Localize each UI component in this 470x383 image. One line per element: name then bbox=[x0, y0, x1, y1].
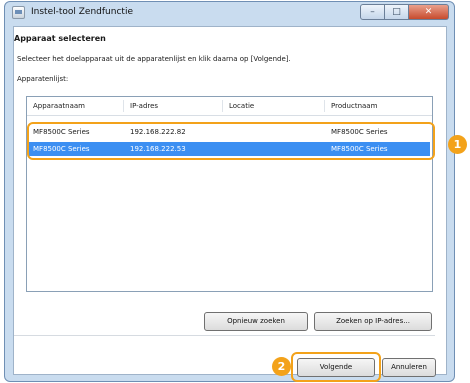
search-again-button[interactable]: Opnieuw zoeken bbox=[204, 312, 308, 331]
callout-badge-2: 2 bbox=[272, 357, 291, 376]
column-header-product-name[interactable]: Productnaam bbox=[331, 102, 377, 110]
minimize-icon[interactable]: – bbox=[360, 4, 385, 20]
device-list-label: Apparatenlijst: bbox=[17, 75, 69, 83]
window-controls: – □ ✕ bbox=[360, 4, 449, 20]
maximize-icon[interactable]: □ bbox=[385, 4, 409, 20]
column-header-ip-address[interactable]: IP-adres bbox=[130, 102, 158, 110]
footer-divider bbox=[14, 335, 435, 336]
instruction-text: Selecteer het doelapparaat uit de appara… bbox=[17, 55, 291, 63]
app-icon bbox=[12, 6, 25, 19]
callout-badge-1: 1 bbox=[448, 135, 467, 154]
page-title: Apparaat selecteren bbox=[14, 34, 106, 43]
search-by-ip-button[interactable]: Zoeken op IP-adres... bbox=[314, 312, 432, 331]
column-divider bbox=[324, 100, 325, 112]
column-header-location[interactable]: Locatie bbox=[229, 102, 254, 110]
next-button[interactable]: Volgende bbox=[297, 358, 375, 377]
title-bar[interactable]: Instel-tool Zendfunctie – □ ✕ bbox=[5, 2, 454, 24]
device-list-header: Apparaatnaam IP-adres Locatie Productnaa… bbox=[27, 97, 432, 116]
cancel-button[interactable]: Annuleren bbox=[382, 358, 436, 377]
column-divider bbox=[222, 100, 223, 112]
window-title: Instel-tool Zendfunctie bbox=[31, 7, 133, 17]
column-divider bbox=[123, 100, 124, 112]
close-icon[interactable]: ✕ bbox=[409, 4, 449, 20]
rows-highlight-box bbox=[27, 122, 435, 160]
column-header-device-name[interactable]: Apparaatnaam bbox=[33, 102, 85, 110]
